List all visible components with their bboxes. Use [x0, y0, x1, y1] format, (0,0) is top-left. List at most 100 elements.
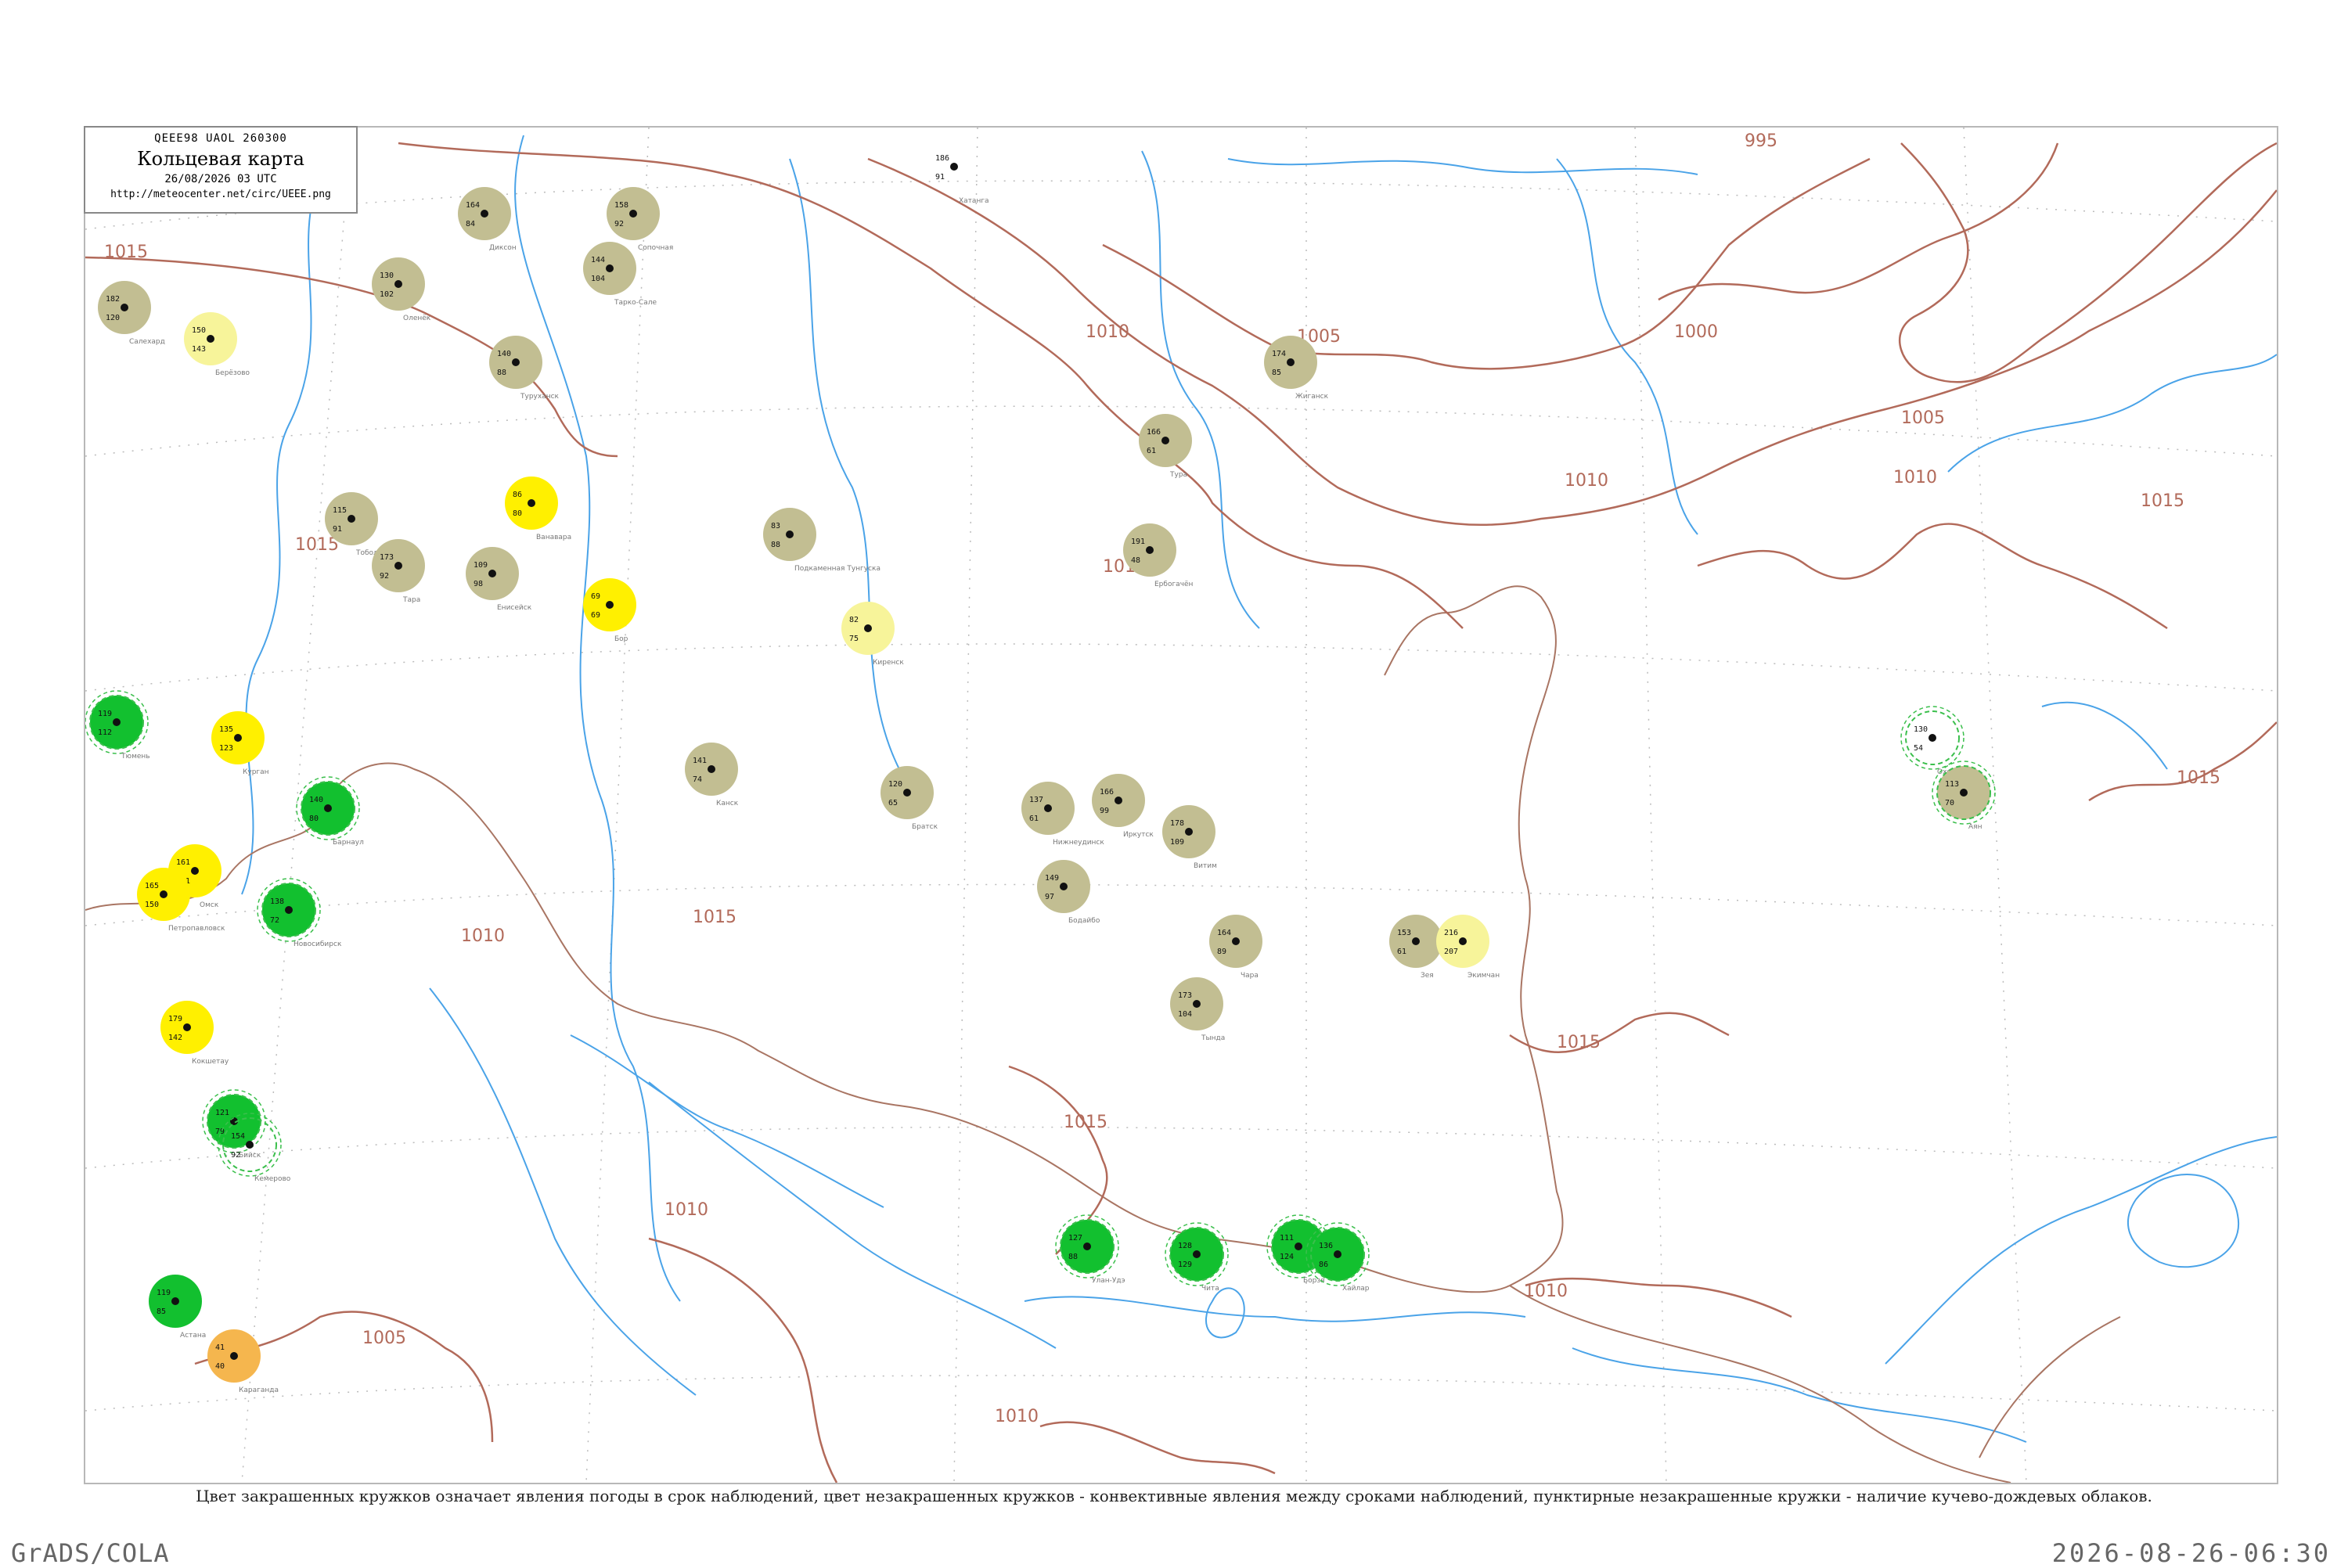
station-pressure: 164 — [466, 201, 480, 210]
station-астана[interactable]: 119 85 Астана — [149, 1275, 206, 1340]
station-чара[interactable]: 164 89 Чара — [1209, 915, 1262, 980]
station-name: Туруханск — [520, 393, 560, 401]
station-dot — [234, 734, 242, 742]
station-pressure: 179 — [168, 1015, 182, 1023]
station-value: 85 — [157, 1307, 166, 1316]
station-name: Бодайбо — [1068, 917, 1100, 925]
station-ванавара[interactable]: 86 80 Ванавара — [505, 477, 571, 541]
station-pressure: 174 — [1272, 350, 1286, 358]
station-name: Зея — [1421, 972, 1434, 980]
station-value: 80 — [513, 509, 522, 518]
svg-text:1010: 1010 — [664, 1200, 708, 1220]
station-pressure: 158 — [614, 201, 628, 210]
station-dot — [1459, 937, 1467, 945]
station-pressure: 165 — [145, 882, 159, 890]
station-value: 150 — [145, 901, 159, 909]
svg-text:1005: 1005 — [1901, 408, 1945, 428]
station-dot — [629, 210, 637, 218]
station-dot — [160, 890, 167, 898]
station-dot — [394, 280, 402, 288]
station-dot — [1185, 828, 1193, 836]
svg-text:1015: 1015 — [2141, 491, 2184, 511]
station-value: 54 — [1914, 744, 1923, 753]
station-хатанга[interactable]: 186 91 Хатанга — [927, 140, 989, 205]
station-экимчан[interactable]: 216 207 Экимчан — [1436, 915, 1500, 980]
station-новосибирск[interactable]: 138 72 Новосибирск — [257, 878, 342, 948]
station-value: 91 — [935, 173, 945, 182]
station-киренск[interactable]: 82 75 Киренск — [841, 602, 904, 667]
station-value: 129 — [1178, 1261, 1192, 1269]
station-барнаул[interactable]: 140 80 Барнаул — [296, 776, 364, 847]
station-name: Бор — [614, 635, 628, 643]
station-pressure: 69 — [591, 592, 600, 601]
station-name: Иркутск — [1123, 831, 1154, 839]
station-pressure: 154 — [231, 1132, 245, 1141]
station-pressure: 150 — [192, 326, 206, 335]
station-братск[interactable]: 120 65 Братск — [880, 766, 938, 831]
station-енисейск[interactable]: 109 98 Енисейск — [466, 547, 532, 612]
source-url[interactable]: http://meteocenter.net/circ/UEEE.png — [85, 189, 356, 200]
station-охотск[interactable]: 13054Охотск — [1900, 706, 1964, 776]
station-тура[interactable]: 166 61 Тура — [1139, 414, 1192, 479]
station-тара[interactable]: 173 92 Тара — [372, 539, 425, 604]
synoptic-map[interactable]: 1015 1010 1005 1000 995 1005 1010 1010 1… — [85, 128, 2277, 1483]
station-pressure: 130 — [1914, 725, 1928, 734]
station-курган[interactable]: 135 123 Курган — [211, 711, 269, 776]
station-name: Нижнеудинск — [1053, 839, 1104, 847]
station-name: Омск — [200, 901, 219, 909]
station-чита[interactable]: 128 129 Чита — [1165, 1222, 1229, 1293]
station-зея[interactable]: 153 61 Зея — [1389, 915, 1442, 980]
station-pressure: 130 — [380, 272, 394, 280]
station-витим[interactable]: 178 109 Витим — [1162, 805, 1217, 870]
borders — [85, 585, 2121, 1483]
station-name: Барнаул — [333, 839, 364, 847]
svg-text:1015: 1015 — [1064, 1113, 1107, 1132]
station-бор[interactable]: 69 69 Бор — [583, 578, 636, 643]
station-dot — [606, 601, 614, 609]
station-подкаменная-тунгуска[interactable]: 83 88 Подкаменная Тунгуска — [763, 508, 880, 573]
station-dot — [512, 358, 520, 366]
station-караганда[interactable]: 41 40 Караганда — [207, 1329, 279, 1394]
station-ербогачён[interactable]: 191 48 Ербогачён — [1123, 523, 1194, 588]
station-name: Ванавара — [536, 534, 571, 541]
station-value: 102 — [380, 290, 394, 299]
station-value: 98 — [474, 580, 483, 588]
station-value: 104 — [591, 275, 605, 283]
svg-text:995: 995 — [1745, 131, 1777, 151]
station-pressure: 173 — [380, 553, 394, 562]
station-салехард[interactable]: 182 120 Салехард — [98, 281, 165, 346]
station-value: 74 — [693, 775, 702, 784]
station-берёзово[interactable]: 150 143 Берёзово — [184, 312, 250, 377]
station-pressure: 178 — [1170, 819, 1184, 828]
station-name: Новосибирск — [294, 940, 342, 948]
station-канск[interactable]: 141 74 Канск — [685, 743, 739, 807]
station-иркутск[interactable]: 166 99 Иркутск — [1092, 774, 1154, 839]
map-frame[interactable]: 1015 1010 1005 1000 995 1005 1010 1010 1… — [84, 126, 2278, 1484]
station-pressure: 128 — [1178, 1242, 1192, 1250]
station-dot — [1232, 937, 1240, 945]
station-кокшетау[interactable]: 179 142 Кокшетау — [160, 1001, 229, 1066]
station-name: Улан-Удэ — [1092, 1277, 1125, 1285]
station-бодайбо[interactable]: 149 97 Бодайбо — [1037, 860, 1100, 925]
station-туруханск[interactable]: 140 88 Туруханск — [489, 336, 560, 401]
station-диксон[interactable]: 164 84 Диксон — [458, 187, 517, 252]
station-dot — [903, 789, 911, 797]
isobar-labels: 1015 1010 1005 1000 995 1005 1010 1010 1… — [104, 131, 2220, 1426]
station-value: 88 — [1068, 1253, 1078, 1261]
station-нижнеудинск[interactable]: 137 61 Нижнеудинск — [1021, 782, 1104, 847]
station-pressure: 140 — [309, 796, 323, 804]
station-тюмень[interactable]: 119 112 Тюмень — [85, 690, 150, 761]
station-pressure: 86 — [513, 491, 522, 499]
station-value: 207 — [1444, 948, 1458, 956]
station-улан-удэ[interactable]: 127 88 Улан-Удэ — [1055, 1214, 1125, 1285]
station-тында[interactable]: 173 104 Тында — [1170, 977, 1225, 1042]
station-value: 99 — [1100, 807, 1109, 815]
station-pressure: 191 — [1131, 538, 1145, 546]
station-pressure: 186 — [935, 154, 949, 163]
station-сопочная[interactable]: 158 92 Сопочная — [607, 187, 673, 252]
station-бийск[interactable]: 12179Бийск — [202, 1089, 266, 1160]
station-value: 48 — [1131, 556, 1140, 565]
station-dot — [1960, 789, 1968, 797]
station-value: 89 — [1217, 948, 1226, 956]
station-name: Братск — [912, 823, 938, 831]
